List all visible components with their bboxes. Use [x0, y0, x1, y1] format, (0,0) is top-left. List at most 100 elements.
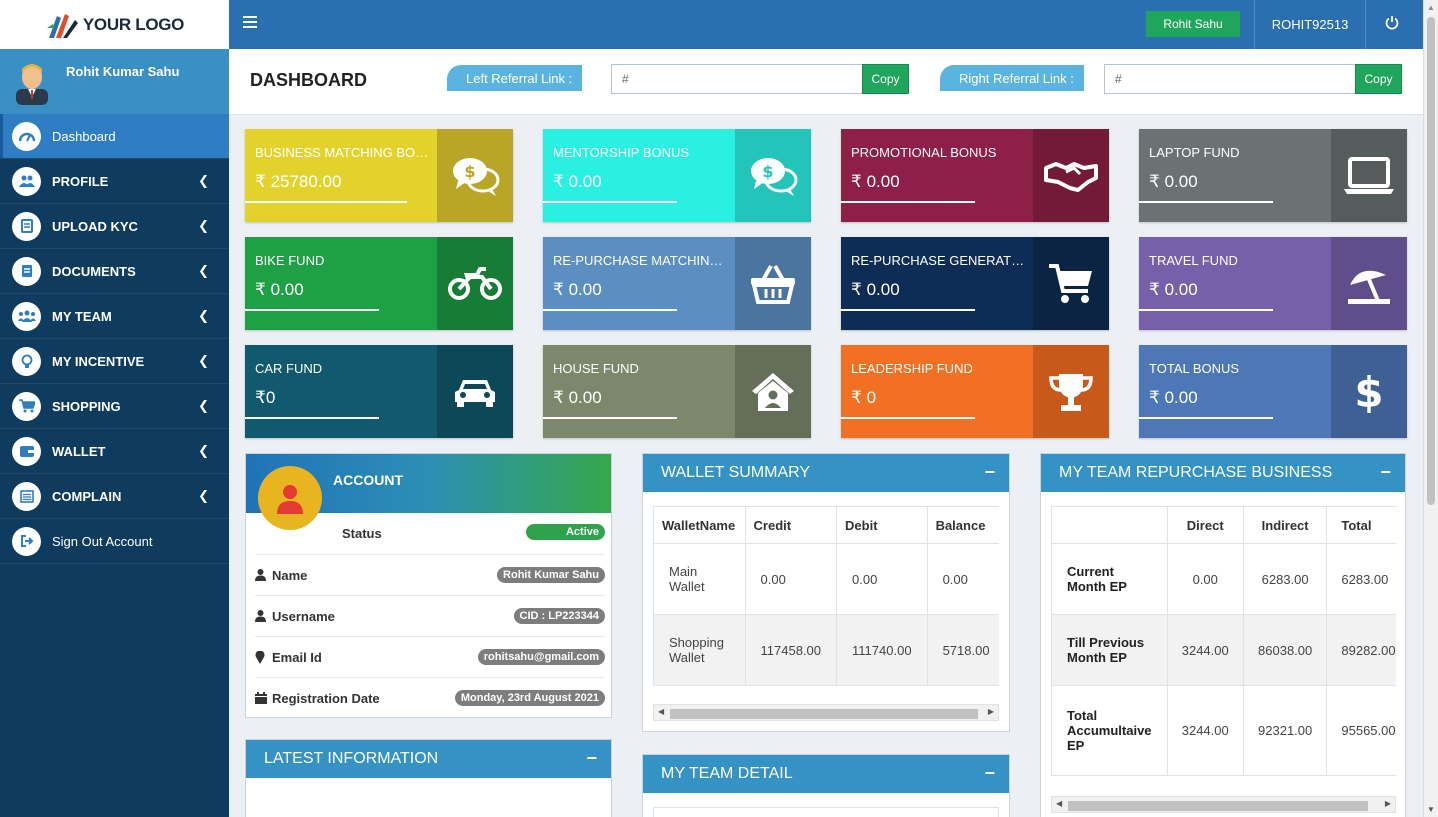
card-title: CAR FUND: [255, 361, 323, 376]
card-value: ₹ 0.00: [851, 172, 900, 191]
card-travel-fund[interactable]: TRAVEL FUND ₹ 0.00: [1139, 237, 1407, 330]
right-referral-input[interactable]: #: [1104, 64, 1356, 94]
card-bike-fund[interactable]: BIKE FUND ₹ 0.00: [245, 237, 513, 330]
repurchase-table-wrapper: Direct Indirect Total Current Month EP 0.…: [1051, 506, 1396, 776]
logo[interactable]: YOUR LOGO: [0, 0, 229, 49]
direct-cell: 3244.00: [1166, 614, 1244, 686]
chevron-left-icon: ❮: [198, 488, 209, 503]
cart-icon: [1033, 237, 1109, 330]
sidebar-item-my-team[interactable]: MY TEAM ❮: [0, 294, 229, 339]
lightbulb-icon: [12, 346, 41, 376]
left-copy-button[interactable]: Copy: [862, 64, 909, 94]
sidebar-item-label: MY INCENTIVE: [52, 353, 145, 369]
hamburger-menu-icon[interactable]: [243, 16, 257, 30]
sidebar-item-documents[interactable]: DOCUMENTS ❮: [0, 249, 229, 294]
indirect-cell: 92321.00: [1242, 685, 1328, 776]
trophy-icon: [1033, 345, 1109, 438]
scroll-thumb[interactable]: [1427, 17, 1435, 505]
minimize-icon[interactable]: −: [586, 748, 597, 769]
scroll-right-icon[interactable]: ▶: [1385, 799, 1391, 808]
chevron-left-icon: ❮: [198, 308, 209, 323]
scroll-thumb[interactable]: [1068, 801, 1368, 811]
debit-cell: 0.00: [836, 543, 928, 615]
scroll-thumb[interactable]: [670, 709, 978, 719]
debit-cell: 111740.00: [836, 614, 928, 686]
scroll-right-icon[interactable]: ▶: [988, 707, 994, 716]
minimize-icon[interactable]: −: [1380, 462, 1391, 483]
panel-title: LATEST INFORMATION: [264, 750, 439, 767]
table-row: Total Accumultaive EP 3244.00 92321.00 955…: [1051, 685, 1396, 776]
card-title: LAPTOP FUND: [1149, 145, 1240, 160]
name-value: Rohit Kumar Sahu: [497, 567, 605, 583]
card-business-matching-bonus[interactable]: BUSINESS MATCHING BONUS ₹ 25780.00 $: [245, 129, 513, 222]
scroll-up-icon[interactable]: ▲: [1427, 3, 1435, 12]
sidebar-item-sign-out[interactable]: Sign Out Account: [0, 519, 229, 564]
card-title: TOTAL BONUS: [1149, 361, 1240, 376]
logo-mark-icon: [46, 13, 78, 38]
chevron-left-icon: ❮: [198, 443, 209, 458]
minimize-icon[interactable]: −: [984, 763, 995, 784]
left-referral-input[interactable]: #: [611, 64, 863, 94]
sidebar-item-dashboard[interactable]: Dashboard: [0, 114, 229, 159]
card-re-purchase-matching-bonus[interactable]: RE-PURCHASE MATCHING BONUS ₹ 0.00: [543, 237, 811, 330]
house-user-icon: [735, 345, 811, 438]
wallet-table-scrollbar[interactable]: ◀ ▶: [653, 704, 999, 721]
map-marker-icon: [255, 650, 269, 664]
svg-text:$: $: [762, 162, 773, 181]
wallet-icon: [12, 436, 41, 466]
minimize-icon[interactable]: −: [984, 462, 995, 483]
user-icon: [255, 569, 269, 581]
scroll-down-icon[interactable]: ▼: [1427, 805, 1435, 814]
team-icon: [12, 301, 41, 331]
account-registration-row: Registration Date Monday, 23rd August 20…: [255, 677, 605, 718]
card-house-fund[interactable]: HOUSE FUND ₹ 0.00: [543, 345, 811, 438]
user-id-label[interactable]: ROHIT92513: [1255, 0, 1365, 49]
email-value: rohitsahu@gmail.com: [477, 649, 605, 665]
card-title: RE-PURCHASE MATCHING BONUS: [553, 253, 729, 268]
sidebar-item-profile[interactable]: PROFILE ❮: [0, 159, 229, 204]
page-scrollbar[interactable]: ▲ ▼: [1423, 0, 1438, 817]
sidebar-item-upload-kyc[interactable]: UPLOAD KYC ❮: [0, 204, 229, 249]
card-car-fund[interactable]: CAR FUND ₹0: [245, 345, 513, 438]
card-re-purchase-generation-bonus[interactable]: RE-PURCHASE GENERATION BONUS ₹ 0.00: [841, 237, 1109, 330]
card-title: BUSINESS MATCHING BONUS: [255, 145, 431, 160]
registration-value: Monday, 23rd August 2021: [454, 690, 605, 706]
chat-dollar-icon: $: [437, 129, 513, 222]
card-total-bonus[interactable]: TOTAL BONUS ₹ 0.00 $: [1139, 345, 1407, 438]
scroll-left-icon[interactable]: ◀: [1056, 799, 1062, 808]
user-avatar-icon: [16, 64, 48, 105]
account-avatar-icon: [258, 466, 322, 530]
sidebar-item-my-incentive[interactable]: MY INCENTIVE ❮: [0, 339, 229, 384]
balance-cell: 5718.00: [926, 614, 999, 686]
sidebar-item-shopping[interactable]: SHOPPING ❮: [0, 384, 229, 429]
team-detail-header: MY TEAM DETAIL −: [643, 755, 1009, 793]
account-header: ACCOUNT: [246, 454, 611, 530]
repurchase-table-scrollbar[interactable]: ◀ ▶: [1051, 796, 1396, 813]
indirect-cell: 6283.00: [1242, 543, 1328, 615]
panel-title: MY TEAM REPURCHASE BUSINESS: [1059, 464, 1333, 481]
cart-icon: [12, 391, 41, 421]
card-promotional-bonus[interactable]: PROMOTIONAL BONUS ₹ 0.00: [841, 129, 1109, 222]
card-value: ₹ 0.00: [851, 280, 900, 299]
right-copy-button[interactable]: Copy: [1355, 64, 1402, 94]
user-name-button[interactable]: Rohit Sahu: [1146, 11, 1240, 37]
power-icon[interactable]: [1385, 15, 1399, 30]
row-label-cell: Total Accumultaive EP: [1051, 685, 1168, 776]
sidebar-item-label: Sign Out Account: [52, 533, 153, 549]
column-header: Indirect: [1242, 506, 1328, 544]
card-title: LEADERSHIP FUND: [851, 361, 973, 376]
column-header: Debit: [836, 506, 928, 544]
left-referral-label: Left Referral Link :: [447, 65, 583, 91]
card-leadership-fund[interactable]: LEADERSHIP FUND ₹ 0: [841, 345, 1109, 438]
card-laptop-fund[interactable]: LAPTOP FUND ₹ 0.00: [1139, 129, 1407, 222]
sidebar-item-complain[interactable]: COMPLAIN ❮: [0, 474, 229, 519]
chat-dollar-icon: $: [735, 129, 811, 222]
card-value: ₹ 0.00: [553, 388, 602, 407]
scroll-left-icon[interactable]: ◀: [658, 707, 664, 716]
wallet-name-cell: Shopping Wallet: [653, 614, 746, 686]
sidebar-item-wallet[interactable]: WALLET ❮: [0, 429, 229, 474]
card-mentorship-bonus[interactable]: MENTORSHIP BONUS ₹ 0.00 $: [543, 129, 811, 222]
table-header-row: WalletName Credit Debit Balance: [653, 506, 999, 544]
dollar-icon: $: [1331, 345, 1407, 438]
wallet-name-cell: Main Wallet: [653, 543, 746, 615]
